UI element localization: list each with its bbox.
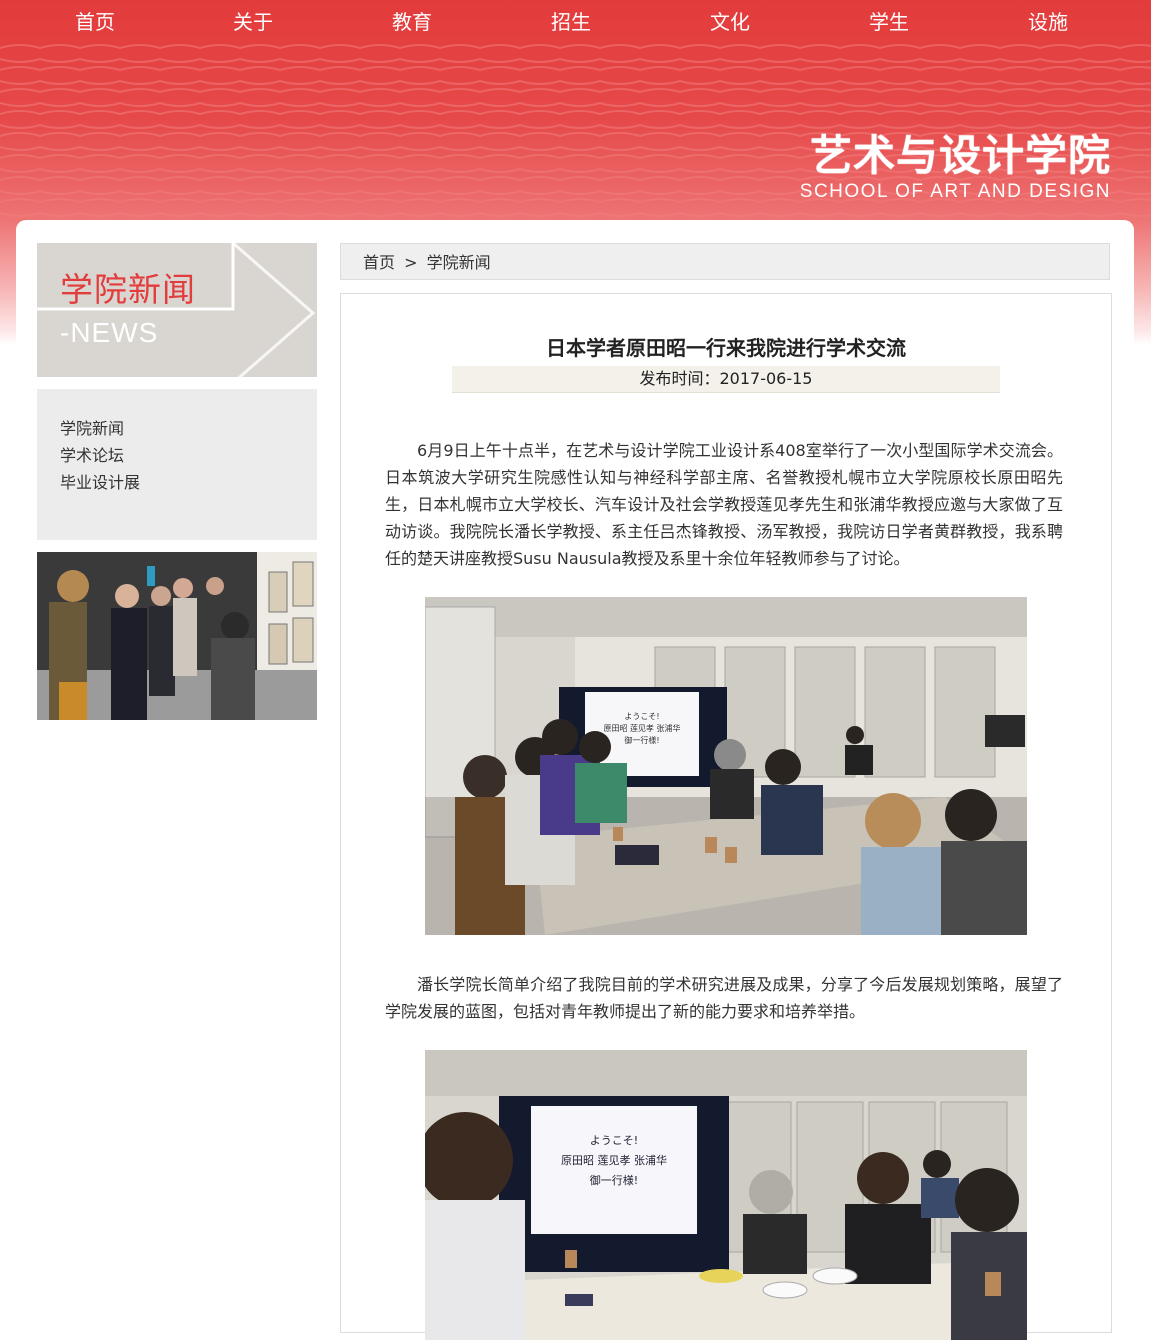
article-paragraph-2: 潘长学院长简单介绍了我院目前的学术研究进展及成果，分享了今后发展规划策略，展望了… bbox=[385, 975, 1063, 1021]
nav-item-admission[interactable]: 招生 bbox=[521, 6, 621, 35]
sidebar-header: 学院新闻 -NEWS bbox=[37, 243, 317, 377]
breadcrumb-home[interactable]: 首页 bbox=[363, 253, 395, 272]
wave-line bbox=[0, 66, 1151, 72]
school-logo[interactable]: 艺术与设计学院 SCHOOL OF ART AND DESIGN bbox=[800, 133, 1111, 203]
article-photo-1: ようこそ! 原田昭 莲见孝 张浦华 御一行様! bbox=[425, 597, 1027, 935]
sidebar-item-news[interactable]: 学院新闻 bbox=[60, 415, 124, 439]
sidebar-menu: 学院新闻 学术论坛 毕业设计展 bbox=[37, 389, 317, 540]
article: 日本学者原田昭一行来我院进行学术交流 发布时间：2017-06-15 6月9日上… bbox=[340, 293, 1112, 1340]
wave-line bbox=[0, 79, 1151, 85]
article-title: 日本学者原田昭一行来我院进行学术交流 bbox=[546, 336, 906, 360]
wave-line bbox=[0, 110, 1151, 116]
screen-text-2: 原田昭 莲见孝 张浦华 bbox=[603, 723, 680, 733]
breadcrumb-separator: > bbox=[404, 253, 418, 272]
wave-line bbox=[0, 123, 1151, 129]
nav-item-home[interactable]: 首页 bbox=[45, 6, 145, 35]
sidebar-item-graduation-show[interactable]: 毕业设计展 bbox=[60, 469, 140, 493]
article-photo-2: ようこそ! 原田昭 莲见孝 张浦华 御一行様! bbox=[425, 1050, 1027, 1340]
screen-text-1: ようこそ! bbox=[624, 712, 659, 721]
logo-chinese: 艺术与设计学院 bbox=[809, 131, 1111, 180]
main-nav: 首页 关于 教育 招生 文化 学生 设施 bbox=[0, 0, 1151, 40]
sidebar-subtitle: -NEWS bbox=[60, 317, 159, 348]
wave-line bbox=[0, 211, 1151, 217]
logo-english: SCHOOL OF ART AND DESIGN bbox=[799, 181, 1111, 202]
sidebar-item-forum[interactable]: 学术论坛 bbox=[60, 442, 124, 466]
nav-item-education[interactable]: 教育 bbox=[362, 6, 462, 35]
screen2-text-3: 御一行様! bbox=[590, 1173, 638, 1187]
breadcrumb-current[interactable]: 学院新闻 bbox=[427, 253, 491, 272]
sidebar-photo[interactable] bbox=[37, 552, 317, 720]
nav-item-facilities[interactable]: 设施 bbox=[998, 6, 1098, 35]
nav-item-students[interactable]: 学生 bbox=[839, 6, 939, 35]
screen-text-3: 御一行様! bbox=[624, 735, 659, 745]
wave-line bbox=[0, 88, 1151, 94]
screen2-text-1: ようこそ! bbox=[590, 1134, 638, 1147]
article-date: 发布时间：2017-06-15 bbox=[452, 366, 1000, 393]
wave-line bbox=[0, 44, 1151, 50]
wave-line bbox=[0, 57, 1151, 63]
article-paragraph-1: 6月9日上午十点半，在艺术与设计学院工业设计系408室举行了一次小型国际学术交流… bbox=[385, 441, 1063, 568]
nav-item-culture[interactable]: 文化 bbox=[680, 6, 780, 35]
wave-line bbox=[0, 101, 1151, 107]
sidebar-title: 学院新闻 bbox=[60, 270, 196, 309]
nav-item-about[interactable]: 关于 bbox=[203, 6, 303, 35]
screen2-text-2: 原田昭 莲见孝 张浦华 bbox=[561, 1153, 667, 1167]
breadcrumb: 首页 > 学院新闻 bbox=[340, 243, 1110, 280]
